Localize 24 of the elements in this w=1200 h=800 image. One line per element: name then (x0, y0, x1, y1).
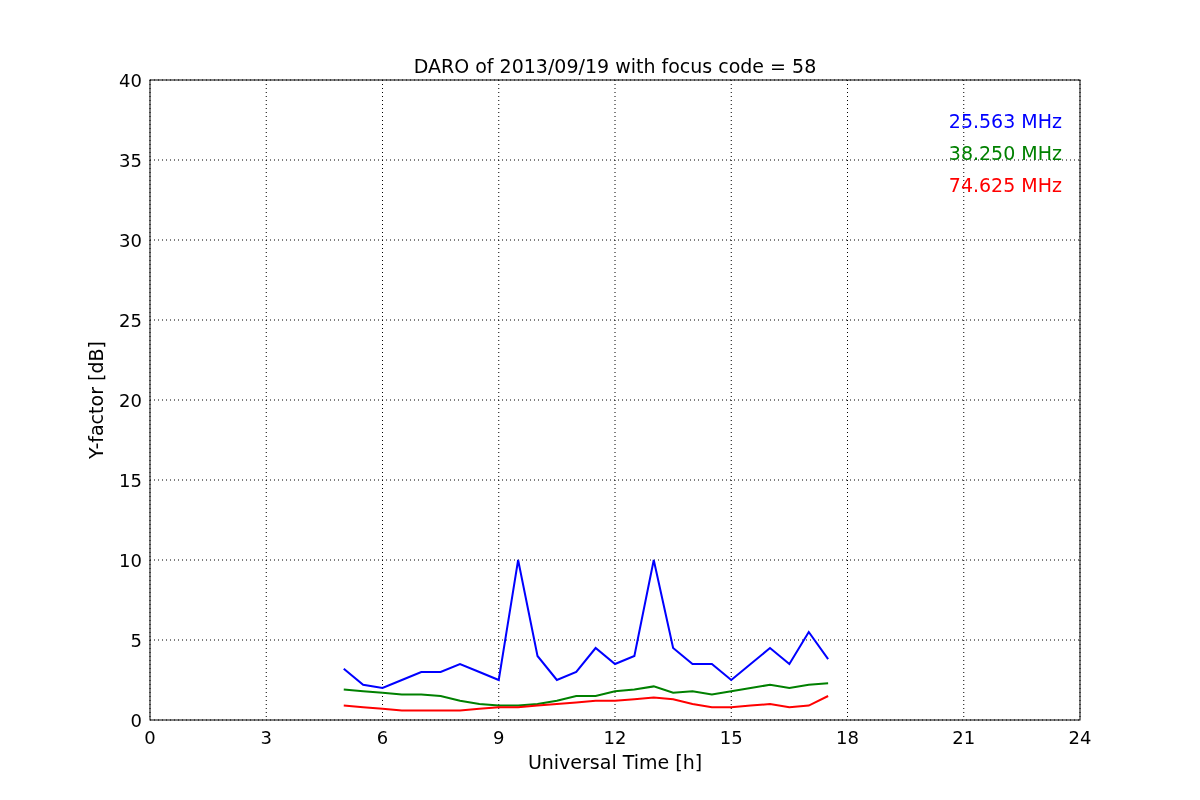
tick-label: 15 (719, 727, 743, 748)
tick-label: 6 (376, 727, 389, 748)
legend-entry: 74.625 MHz (948, 174, 1062, 196)
chart-title: DARO of 2013/09/19 with focus code = 58 (413, 55, 817, 77)
tick-label: 21 (952, 727, 976, 748)
tick-label: 18 (836, 727, 859, 748)
y-axis-label: Y-factor [dB] (85, 341, 107, 459)
tick-label: 3 (260, 727, 272, 748)
tick-label: 25 (119, 310, 142, 331)
tick-label: 15 (119, 470, 142, 491)
legend-entry: 38.250 MHz (948, 142, 1062, 164)
tick-label: 9 (493, 727, 505, 748)
tick-label: 35 (119, 150, 142, 171)
tick-label: 0 (130, 710, 142, 731)
tick-label: 24 (1068, 727, 1092, 748)
x-axis-label: Universal Time [h] (527, 751, 703, 773)
tick-label: 30 (119, 230, 142, 251)
legend-entry: 25.563 MHz (948, 110, 1062, 132)
tick-label: 12 (603, 727, 627, 748)
tick-label: 10 (119, 550, 142, 571)
tick-label: 40 (119, 70, 142, 91)
tick-label: 20 (119, 390, 142, 411)
tick-label: 0 (144, 727, 156, 748)
tick-label: 5 (130, 630, 142, 651)
